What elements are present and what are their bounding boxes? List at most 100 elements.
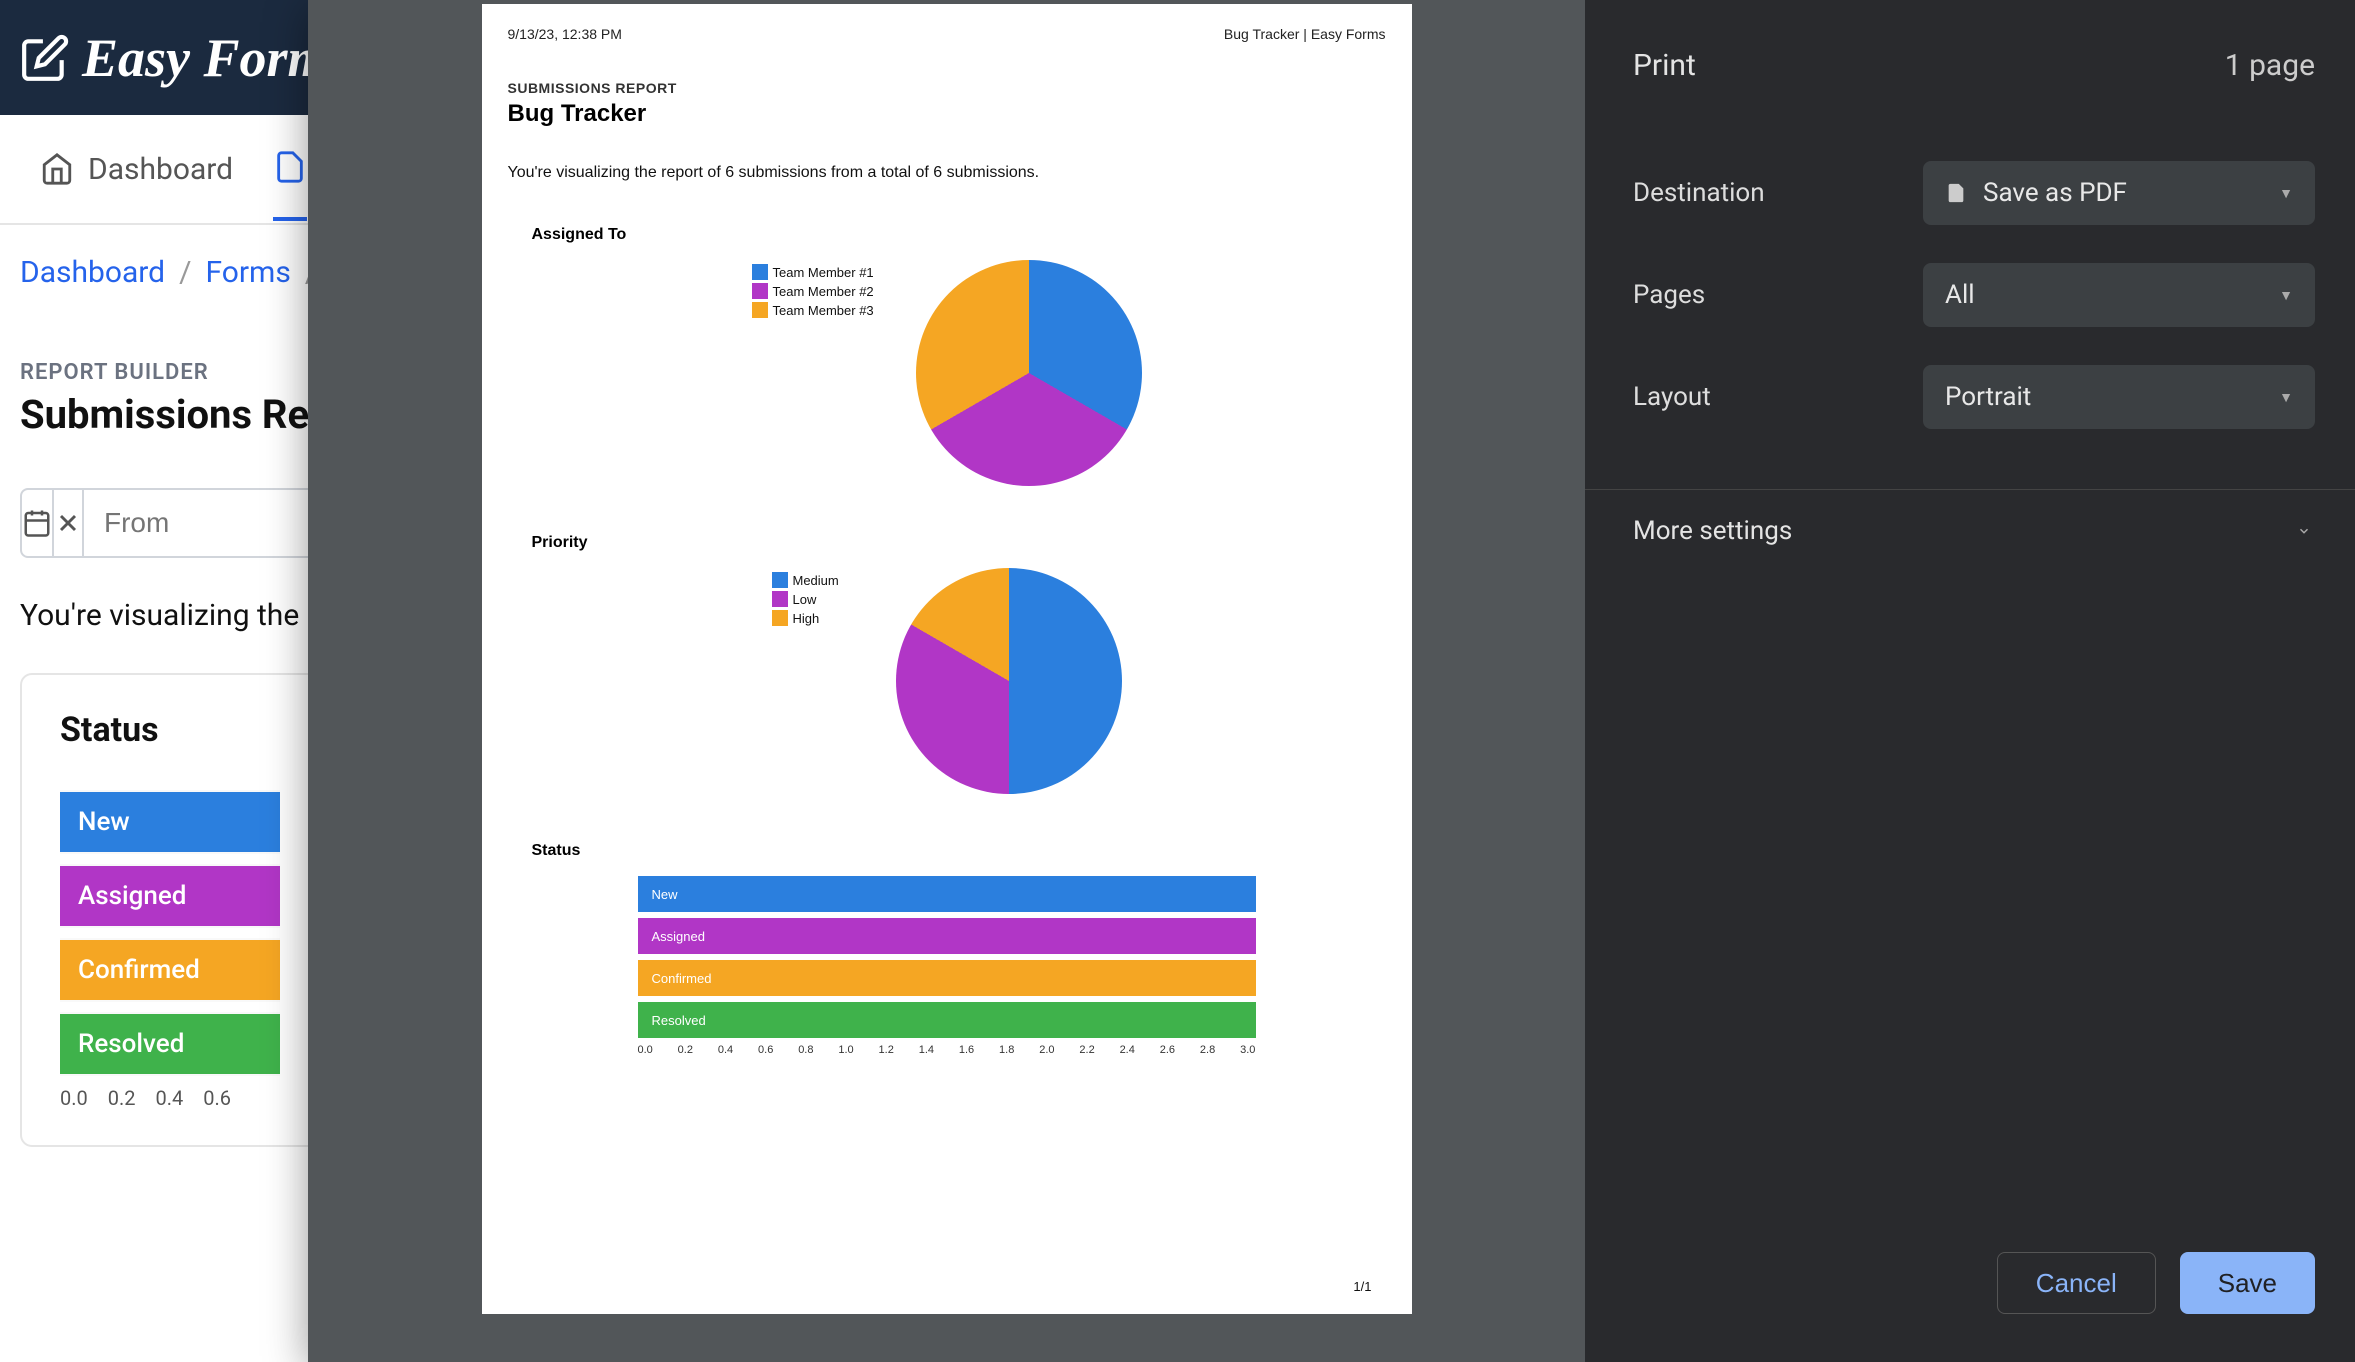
pdf-file-icon	[1945, 179, 1967, 207]
status-bar-confirmed: Confirmed	[638, 960, 1256, 996]
preview-site: Bug Tracker | Easy Forms	[1224, 26, 1386, 42]
chart-assigned-to: Assigned To Team Member #1 Team Member #…	[508, 226, 1386, 490]
status-bar-container: New Assigned Confirmed Resolved 0.00.20.…	[638, 876, 1256, 1056]
status-card: Status New Assigned Confirmed Resolved 0…	[20, 673, 320, 1147]
legend-item: Team Member #1	[752, 264, 912, 280]
legend-label: Team Member #3	[773, 303, 874, 318]
legend-item: Medium	[772, 572, 892, 588]
status-bar-new: New	[638, 876, 1256, 912]
status-xaxis: 0.0 0.2 0.4 0.6	[60, 1086, 280, 1110]
preview-title: Bug Tracker	[508, 100, 1386, 128]
xtick: 0.0	[638, 1044, 653, 1056]
bar-new: New	[60, 790, 280, 854]
panel-header: Print 1 page	[1585, 0, 2355, 83]
xtick: 0.2	[108, 1086, 136, 1110]
bar-assigned: Assigned	[60, 864, 280, 928]
legend-label: Team Member #1	[773, 265, 874, 280]
xtick: 0.2	[678, 1044, 693, 1056]
legend-label: High	[793, 611, 820, 626]
chart-status: Status New Assigned Confirmed Resolved 0…	[508, 842, 1386, 1056]
clear-date-button[interactable]	[54, 490, 84, 556]
bar-new-label: New	[60, 792, 280, 852]
print-settings-panel: Print 1 page Destination Save as PDF ▼ P…	[1585, 0, 2355, 1362]
xtick: 0.6	[758, 1044, 773, 1056]
destination-row: Destination Save as PDF ▼	[1633, 161, 2315, 225]
pages-label: Pages	[1633, 280, 1903, 310]
xtick: 1.0	[838, 1044, 853, 1056]
xtick: 1.8	[999, 1044, 1014, 1056]
preview-page: 9/13/23, 12:38 PM Bug Tracker | Easy For…	[482, 4, 1412, 1314]
assigned-legend: Team Member #1 Team Member #2 Team Membe…	[752, 264, 912, 490]
legend-label: Team Member #2	[773, 284, 874, 299]
chevron-down-icon: ▼	[2279, 185, 2293, 202]
breadcrumb-sep: /	[179, 255, 191, 290]
nav-dashboard-label: Dashboard	[88, 152, 233, 187]
more-settings-label: More settings	[1633, 516, 1792, 546]
legend-label: Medium	[793, 573, 839, 588]
print-preview-area[interactable]: 9/13/23, 12:38 PM Bug Tracker | Easy For…	[308, 0, 1585, 1362]
xtick: 1.6	[959, 1044, 974, 1056]
more-settings-toggle[interactable]: More settings	[1585, 489, 2355, 572]
xtick: 0.8	[798, 1044, 813, 1056]
xtick: 1.4	[919, 1044, 934, 1056]
legend-item: Low	[772, 591, 892, 607]
xtick: 2.4	[1120, 1044, 1135, 1056]
status-xaxis: 0.00.20.40.60.81.01.21.41.61.82.02.22.42…	[638, 1044, 1256, 1056]
layout-label: Layout	[1633, 382, 1903, 412]
bar-resolved: Resolved	[60, 1012, 280, 1076]
panel-body: Destination Save as PDF ▼ Pages All ▼ La…	[1585, 83, 2355, 429]
preview-header: 9/13/23, 12:38 PM Bug Tracker | Easy For…	[508, 26, 1386, 42]
pie-assigned	[916, 260, 1142, 486]
close-icon	[54, 509, 82, 537]
bar-confirmed-label: Confirmed	[60, 940, 280, 1000]
bar-confirmed: Confirmed	[60, 938, 280, 1002]
chevron-down-icon: ▼	[2279, 287, 2293, 304]
preview-description: You're visualizing the report of 6 submi…	[508, 164, 1386, 182]
nav-dashboard[interactable]: Dashboard	[40, 152, 233, 187]
pie-priority	[896, 568, 1122, 794]
xtick: 0.6	[203, 1086, 231, 1110]
xtick: 0.4	[718, 1044, 733, 1056]
breadcrumb-forms[interactable]: Forms	[205, 255, 290, 290]
xtick: 2.0	[1039, 1044, 1054, 1056]
chart-priority: Priority Medium Low High	[508, 534, 1386, 798]
xtick: 3.0	[1240, 1044, 1255, 1056]
calendar-icon	[22, 508, 52, 538]
status-bar-assigned: Assigned	[638, 918, 1256, 954]
panel-footer: Cancel Save	[1585, 1252, 2355, 1362]
calendar-button[interactable]	[22, 490, 54, 556]
chevron-down-icon: ▼	[2279, 389, 2293, 406]
nav-active-item[interactable]	[273, 150, 307, 221]
home-icon	[40, 152, 74, 186]
destination-select[interactable]: Save as PDF ▼	[1923, 161, 2315, 225]
chart-title: Status	[532, 842, 1386, 860]
bar-resolved-label: Resolved	[60, 1014, 280, 1074]
destination-label: Destination	[1633, 178, 1903, 208]
status-card-title: Status	[60, 710, 280, 750]
preview-section-label: SUBMISSIONS REPORT	[508, 80, 1386, 96]
destination-value: Save as PDF	[1983, 178, 2127, 208]
cancel-button[interactable]: Cancel	[1997, 1252, 2156, 1314]
legend-item: Team Member #3	[752, 302, 912, 318]
layout-value: Portrait	[1945, 382, 2031, 412]
layout-row: Layout Portrait ▼	[1633, 365, 2315, 429]
pages-row: Pages All ▼	[1633, 263, 2315, 327]
xtick: 0.4	[156, 1086, 184, 1110]
preview-timestamp: 9/13/23, 12:38 PM	[508, 26, 622, 42]
chevron-down-icon	[2293, 524, 2315, 538]
pages-select[interactable]: All ▼	[1923, 263, 2315, 327]
pages-value: All	[1945, 280, 1975, 310]
breadcrumb-dashboard[interactable]: Dashboard	[20, 255, 165, 290]
xtick: 2.8	[1200, 1044, 1215, 1056]
chart-title: Priority	[532, 534, 1386, 552]
file-icon	[273, 150, 307, 184]
layout-select[interactable]: Portrait ▼	[1923, 365, 2315, 429]
save-button[interactable]: Save	[2180, 1252, 2315, 1314]
page-count: 1 page	[2225, 48, 2315, 83]
status-bars: New Assigned Confirmed Resolved	[60, 790, 280, 1076]
xtick: 0.0	[60, 1086, 88, 1110]
preview-page-number: 1/1	[1353, 1279, 1371, 1294]
xtick: 2.2	[1079, 1044, 1094, 1056]
priority-legend: Medium Low High	[772, 572, 892, 798]
legend-item: Team Member #2	[752, 283, 912, 299]
